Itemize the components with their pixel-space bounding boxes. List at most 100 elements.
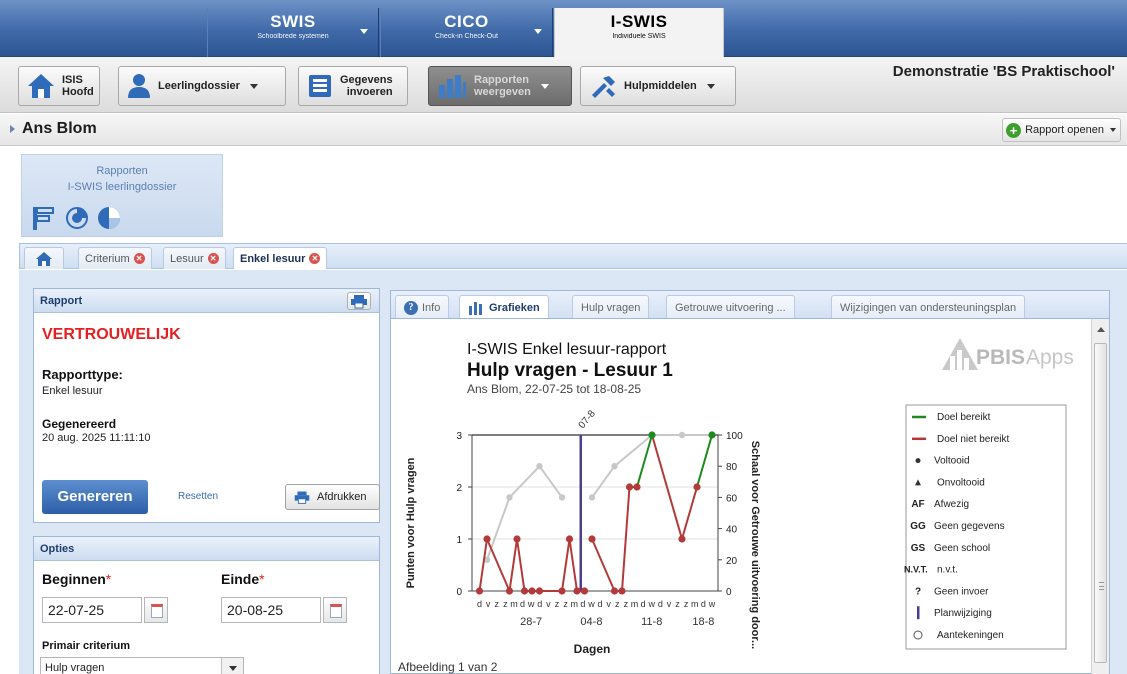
rapport-header-label: Rapport xyxy=(40,295,83,307)
close-icon[interactable]: ✕ xyxy=(133,253,145,264)
score-line-segment xyxy=(508,538,518,592)
logo-text-apps: Apps xyxy=(1026,346,1074,369)
required-mark: * xyxy=(105,571,112,587)
tab-swis[interactable]: SWIS Schoolbrede systemen xyxy=(207,8,379,57)
day-label: v xyxy=(606,599,611,609)
leerlingdossier-label: Leerlingdossier xyxy=(158,80,240,92)
chevron-down-icon[interactable] xyxy=(360,29,368,34)
vertical-scrollbar[interactable] xyxy=(1091,319,1109,674)
reset-link[interactable]: Resetten xyxy=(178,491,218,502)
tab-enkel-lesuur[interactable]: Enkel lesuur ✕ xyxy=(233,247,328,269)
rapport-openen-button[interactable]: + Rapport openen xyxy=(1002,118,1121,142)
legend-symbol-code: GS xyxy=(911,543,926,554)
chevron-down-icon[interactable] xyxy=(221,658,243,674)
day-label: d xyxy=(477,599,482,609)
print-button-small[interactable] xyxy=(347,292,371,310)
rapporten-label-2: weergeven xyxy=(474,86,531,98)
scroll-thumb[interactable] xyxy=(1094,343,1107,663)
close-icon[interactable]: ✕ xyxy=(309,253,321,264)
fidelity-line xyxy=(486,464,563,561)
score-point xyxy=(678,535,686,543)
print-label: Afdrukken xyxy=(317,491,367,503)
tab-cico[interactable]: CICO Check-in Check-Out xyxy=(380,8,553,57)
chart-legend: Doel bereikt Doel niet bereikt Voltooid Onv… xyxy=(904,404,1067,650)
day-label: v xyxy=(667,599,672,609)
day-label: m xyxy=(631,599,639,609)
student-bar: Ans Blom + Rapport openen xyxy=(0,114,1127,146)
tab-grafieken[interactable]: Grafieken xyxy=(459,295,549,320)
lesuur-report-icon[interactable] xyxy=(63,205,89,231)
tab-hulp-vragen[interactable]: Hulp vragen xyxy=(572,295,650,320)
printer-icon xyxy=(351,295,367,309)
calendar-icon[interactable] xyxy=(144,597,168,623)
tools-icon xyxy=(592,76,615,98)
score-line-segment xyxy=(636,434,653,488)
tab-getrouwe-uitvoering-label: Getrouwe uitvoering ... xyxy=(675,302,786,314)
student-name: Ans Blom xyxy=(22,120,97,137)
legend-label: Voltooid xyxy=(934,456,970,467)
tab-grafieken-label: Grafieken xyxy=(489,302,540,314)
tab-wijzigingen[interactable]: Wijzigingen van ondersteuningsplan xyxy=(831,295,1026,320)
rapporten-menu: Rapporten I-SWIS leerlingdossier xyxy=(21,154,223,237)
hulpmiddelen-button[interactable]: Hulpmiddelen xyxy=(580,66,736,106)
week-label: 04-8 xyxy=(580,616,602,628)
legend-label: Doel bereikt xyxy=(937,412,991,423)
gegevens-invoeren-button[interactable]: Gegevens invoeren xyxy=(298,66,408,106)
tab-iswis[interactable]: I-SWIS Individuele SWIS xyxy=(554,8,724,57)
tab-criterium-label: Criterium xyxy=(85,252,130,265)
report-view-tabs: ? Info Grafieken Hulp vragen Getrouwe ui… xyxy=(390,290,1110,320)
calendar-icon[interactable] xyxy=(323,597,347,623)
y2-tick-label: 40 xyxy=(726,525,738,536)
rapporten-menu-subtitle: I-SWIS leerlingdossier xyxy=(67,181,177,193)
begin-date-input[interactable]: 22-07-25 xyxy=(42,597,142,623)
scroll-up-icon[interactable] xyxy=(1097,327,1105,332)
product-bar: SWIS Schoolbrede systemen CICO Check-in … xyxy=(0,0,1127,57)
generate-button[interactable]: Genereren xyxy=(42,480,148,514)
enkel-lesuur-report-icon[interactable] xyxy=(96,205,122,231)
score-line-segment xyxy=(681,486,698,540)
day-label: d xyxy=(520,599,525,609)
opties-header-label: Opties xyxy=(40,543,75,555)
rapporten-menu-title: Rapporten xyxy=(96,165,148,177)
y-tick-label: 3 xyxy=(456,431,462,442)
tab-lesuur[interactable]: Lesuur ✕ xyxy=(163,247,226,269)
legend-symbol-code: GG xyxy=(910,521,926,532)
rapporten-weergeven-button[interactable]: Rapporten weergeven xyxy=(428,66,572,106)
day-label: z xyxy=(615,599,620,609)
score-line-segment xyxy=(561,538,571,592)
day-label: m xyxy=(510,599,518,609)
x-axis-label: Dagen xyxy=(574,642,611,656)
print-button[interactable]: Afdrukken xyxy=(285,484,380,510)
score-point xyxy=(625,483,634,491)
tab-swis-subtitle: Schoolbrede systemen xyxy=(257,33,329,40)
tab-getrouwe-uitvoering[interactable]: Getrouwe uitvoering ... xyxy=(666,295,795,320)
leerlingdossier-button[interactable]: Leerlingdossier xyxy=(118,66,286,106)
close-icon[interactable]: ✕ xyxy=(207,253,219,264)
y2-tick-label: 80 xyxy=(726,462,738,473)
score-line-segment xyxy=(591,538,616,592)
chevron-down-icon[interactable] xyxy=(534,29,542,34)
score-line-segment xyxy=(568,538,578,592)
info-icon: ? xyxy=(404,301,418,315)
criterium-report-icon[interactable] xyxy=(30,205,56,231)
data-entry-icon xyxy=(309,75,331,97)
report-type-value: Enkel lesuur xyxy=(42,385,103,397)
isis-home-button[interactable]: ISIS Hoofd xyxy=(18,66,100,106)
day-label: z xyxy=(503,599,508,609)
criterium-select[interactable]: Hulp vragen xyxy=(40,657,244,674)
tab-wijzigingen-label: Wijzigingen van ondersteuningsplan xyxy=(840,302,1017,314)
end-date-input[interactable]: 20-08-25 xyxy=(221,597,321,623)
legend-symbol-code: N.V.T. xyxy=(904,565,928,575)
tab-criterium[interactable]: Criterium ✕ xyxy=(78,247,152,269)
tab-home[interactable] xyxy=(24,247,64,269)
expand-arrow-icon[interactable] xyxy=(10,125,15,133)
end-label-text: Einde xyxy=(221,571,260,587)
tab-iswis-title: I-SWIS xyxy=(610,12,668,31)
legend-label: Aantekeningen xyxy=(937,630,1004,641)
gegevens-label-1: Gegevens xyxy=(340,74,393,86)
fidelity-point xyxy=(611,463,618,470)
tab-info[interactable]: ? Info xyxy=(395,295,450,320)
day-label: d xyxy=(598,599,603,609)
y2-tick-label: 100 xyxy=(726,431,743,442)
chart-subtitle: Ans Blom, 22-07-25 tot 18-08-25 xyxy=(467,382,642,396)
